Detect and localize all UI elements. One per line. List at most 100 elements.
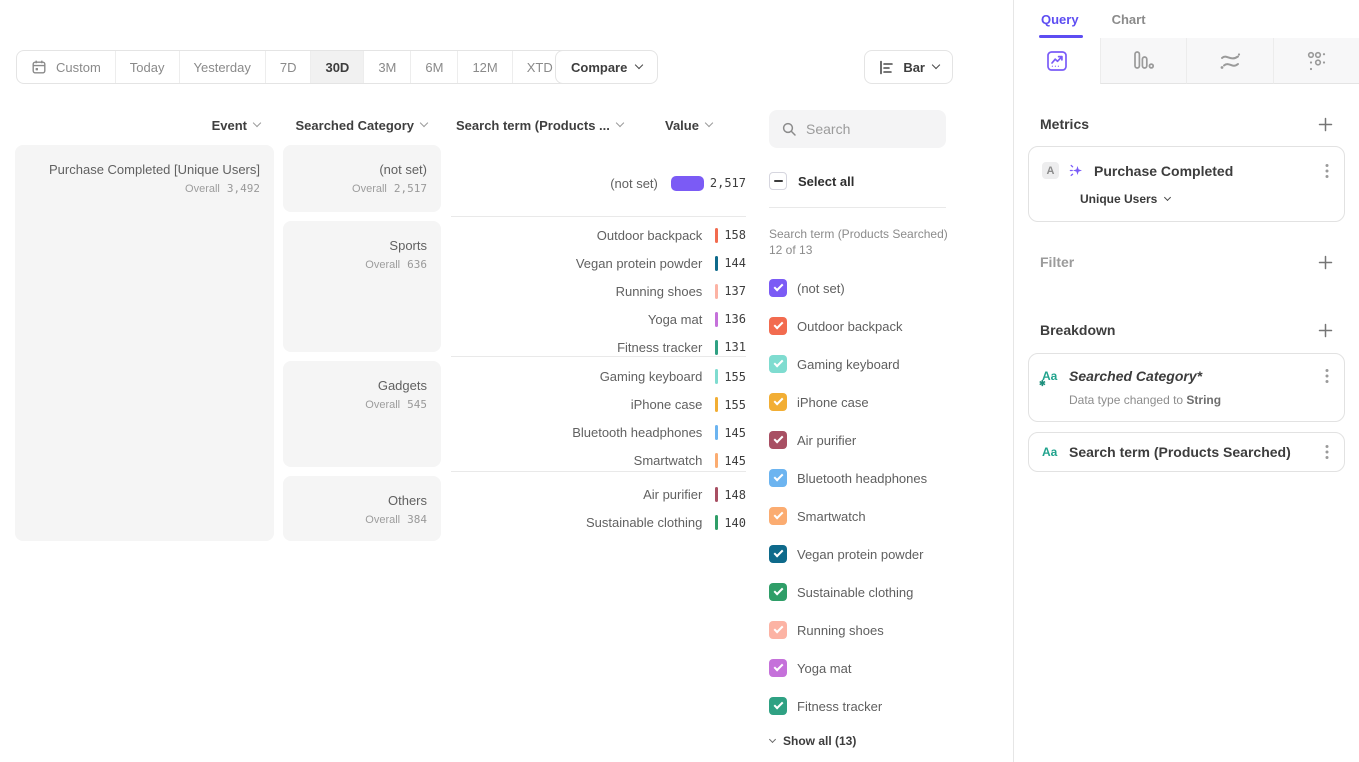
series-checkbox[interactable] (769, 507, 787, 525)
series-checkbox[interactable] (769, 469, 787, 487)
query-panel: QueryChart Metrics (1013, 0, 1359, 762)
report-tab-funnels[interactable] (1100, 38, 1187, 84)
series-item[interactable]: Fitness tracker (755, 687, 1005, 725)
divider (769, 207, 946, 208)
chevron-down-icon (420, 119, 428, 127)
series-item[interactable]: (not set) (755, 269, 1005, 307)
kebab-menu-icon[interactable] (1323, 444, 1331, 460)
overall-label: Overall (365, 514, 400, 526)
series-item[interactable]: Gaming keyboard (755, 345, 1005, 383)
chart-type-button[interactable]: Bar (864, 50, 953, 84)
compare-button[interactable]: Compare (555, 50, 658, 84)
series-search[interactable] (769, 110, 946, 148)
value-text: 155 (724, 370, 746, 384)
report-tab-retention[interactable] (1273, 38, 1359, 84)
overall-value: 545 (407, 398, 427, 411)
series-checkbox[interactable] (769, 279, 787, 297)
table-body: Purchase Completed [Unique Users] Overal… (0, 145, 746, 541)
breakdown-card[interactable]: Aa✱Searched Category* Data type changed … (1028, 353, 1345, 422)
metric-event-name: Purchase Completed (1094, 163, 1314, 179)
event-sparkle-icon (1068, 162, 1085, 179)
add-filter-button[interactable] (1318, 255, 1333, 270)
modified-asterisk-icon: ✱ (1039, 379, 1046, 388)
search-input[interactable] (806, 121, 934, 137)
checkmark-icon (773, 358, 783, 368)
series-label: Fitness tracker (797, 699, 882, 714)
date-range-6m[interactable]: 6M (411, 51, 458, 83)
select-all-row[interactable]: Select all (769, 172, 1005, 190)
tab-chart[interactable]: Chart (1112, 0, 1146, 38)
series-checkbox[interactable] (769, 393, 787, 411)
aggregation-dropdown[interactable]: Unique Users (1080, 192, 1331, 206)
date-range-custom[interactable]: Custom (17, 51, 116, 83)
series-checkbox[interactable] (769, 621, 787, 639)
column-header-searched-category[interactable]: Searched Category (274, 118, 441, 133)
calendar-icon (31, 59, 47, 75)
event-cell[interactable]: Purchase Completed [Unique Users] Overal… (15, 145, 274, 541)
series-item[interactable]: Sustainable clothing (755, 573, 1005, 611)
column-header-event[interactable]: Event (0, 118, 274, 133)
series-item[interactable]: Bluetooth headphones (755, 459, 1005, 497)
search-term-row: (not set)2,517 (451, 169, 746, 197)
date-range-today[interactable]: Today (116, 51, 180, 83)
date-range-12m[interactable]: 12M (458, 51, 512, 83)
add-breakdown-button[interactable] (1318, 323, 1333, 338)
column-header-value[interactable]: Value (653, 118, 712, 133)
query-panel-tabs: Query Chart (1014, 0, 1359, 38)
report-tab-flows[interactable] (1186, 38, 1273, 84)
date-range-3m[interactable]: 3M (364, 51, 411, 83)
series-item[interactable]: Outdoor backpack (755, 307, 1005, 345)
series-checkbox[interactable] (769, 317, 787, 335)
category-cell[interactable]: (not set)Overall2,517 (283, 145, 441, 212)
series-item[interactable]: Running shoes (755, 611, 1005, 649)
value-bar (715, 312, 718, 327)
kebab-menu-icon[interactable] (1323, 368, 1331, 384)
series-checkbox[interactable] (769, 697, 787, 715)
plus-icon (1318, 323, 1333, 338)
tab-query[interactable]: Query (1041, 0, 1079, 38)
kebab-dots-icon (1325, 368, 1329, 384)
series-item[interactable]: Air purifier (755, 421, 1005, 459)
column-header-search-term[interactable]: Search term (Products ... (441, 118, 653, 133)
series-item[interactable]: Vegan protein powder (755, 535, 1005, 573)
value-text: 137 (724, 284, 746, 298)
series-checkbox[interactable] (769, 583, 787, 601)
series-checkbox[interactable] (769, 431, 787, 449)
date-range-7d[interactable]: 7D (266, 51, 312, 83)
series-label: Bluetooth headphones (797, 471, 927, 486)
series-item[interactable]: iPhone case (755, 383, 1005, 421)
category-cell[interactable]: SportsOverall636 (283, 221, 441, 352)
date-range-group: CustomTodayYesterday7D30D3M6M12MXTD (16, 50, 583, 84)
series-checkbox[interactable] (769, 355, 787, 373)
category-cell[interactable]: GadgetsOverall545 (283, 361, 441, 467)
kebab-dots-icon (1325, 444, 1329, 460)
value-text: 144 (724, 256, 746, 270)
series-checkbox[interactable] (769, 545, 787, 563)
breakdown-card[interactable]: AaSearch term (Products Searched) (1028, 432, 1345, 472)
query-builder: Metrics A Purchase Completed Unique User… (1014, 116, 1359, 472)
kebab-menu-icon[interactable] (1323, 163, 1331, 179)
value-text: 145 (724, 426, 746, 440)
category-cell[interactable]: OthersOverall384 (283, 476, 441, 541)
series-checkbox[interactable] (769, 659, 787, 677)
show-all-button[interactable]: Show all (13) (770, 734, 1005, 748)
select-all-checkbox[interactable] (769, 172, 787, 190)
value-bar (715, 425, 718, 440)
property-type-icon: Aa✱ (1042, 369, 1060, 383)
value-text: 158 (724, 228, 746, 242)
search-icon (781, 121, 797, 137)
date-range-yesterday[interactable]: Yesterday (180, 51, 266, 83)
series-item[interactable]: Yoga mat (755, 649, 1005, 687)
checkmark-icon (773, 700, 783, 710)
compare-label: Compare (571, 60, 627, 75)
report-tab-insights[interactable] (1014, 38, 1100, 84)
series-item[interactable]: Smartwatch (755, 497, 1005, 535)
metric-card[interactable]: A Purchase Completed Unique Users (1028, 146, 1345, 222)
date-range-30d[interactable]: 30D (311, 51, 364, 83)
value-bar (715, 256, 718, 271)
checkmark-icon (773, 320, 783, 330)
series-list: (not set)Outdoor backpackGaming keyboard… (755, 269, 1005, 725)
add-metric-button[interactable] (1318, 117, 1333, 132)
value-text: 136 (724, 312, 746, 326)
category-overall: Overall2,517 (283, 182, 427, 195)
